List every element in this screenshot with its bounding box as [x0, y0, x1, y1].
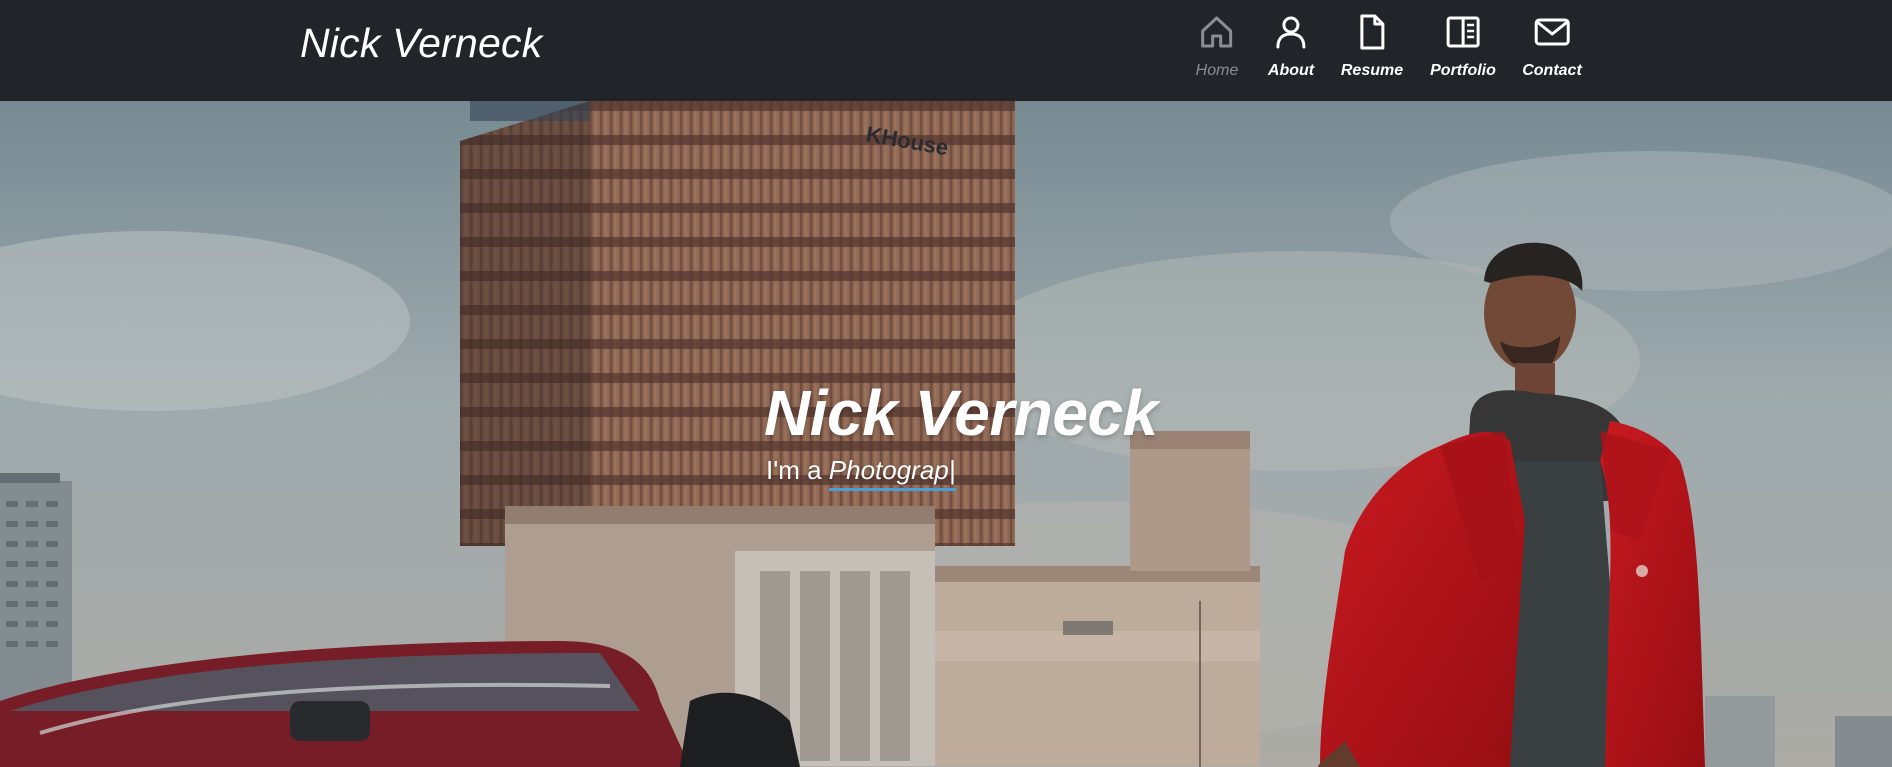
- nav-resume-label: Resume: [1340, 62, 1404, 79]
- nav-home-label: Home: [1195, 62, 1239, 79]
- hero-subtitle: I'm a Photograp|: [766, 455, 956, 491]
- nav-portfolio[interactable]: Portfolio: [1430, 12, 1496, 86]
- file-icon: [1352, 12, 1392, 52]
- user-icon: [1271, 12, 1311, 52]
- top-navbar: Nick Verneck Home About Resume Portfolio: [0, 0, 1892, 101]
- nav-about-label: About: [1267, 62, 1315, 79]
- envelope-icon: [1532, 12, 1572, 52]
- hero-section: KHouse Nick Verneck I'm a Photograp|: [0, 101, 1892, 767]
- nav-about[interactable]: About: [1268, 12, 1314, 86]
- nav-contact-label: Contact: [1522, 62, 1582, 79]
- nav-home[interactable]: Home: [1195, 12, 1239, 86]
- home-icon: [1197, 12, 1237, 52]
- typed-role-text: Photograp|: [828, 455, 956, 491]
- book-icon: [1443, 12, 1483, 52]
- hero-subtitle-prefix: I'm a: [766, 455, 829, 485]
- brand-logo[interactable]: Nick Verneck: [300, 20, 542, 67]
- hero-title: Nick Verneck: [764, 377, 1158, 449]
- nav-contact[interactable]: Contact: [1522, 12, 1582, 86]
- nav-portfolio-label: Portfolio: [1430, 62, 1496, 79]
- nav-resume[interactable]: Resume: [1341, 12, 1403, 86]
